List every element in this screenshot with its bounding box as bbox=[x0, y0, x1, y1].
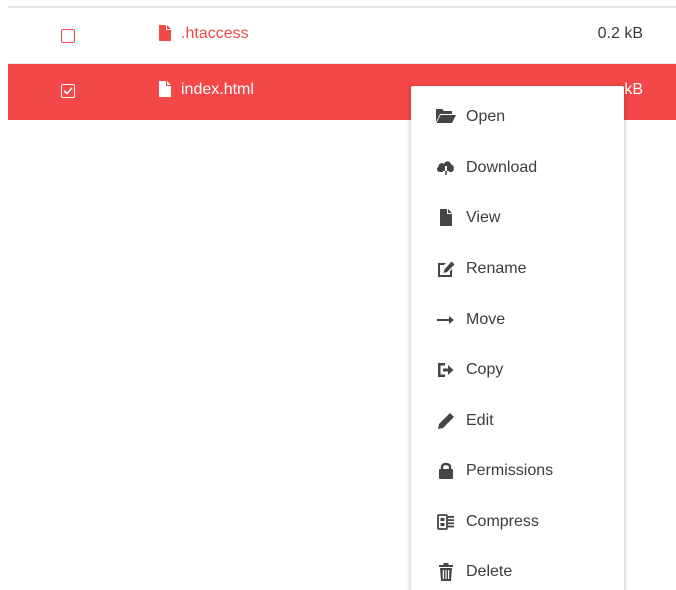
menu-item-view[interactable]: View bbox=[411, 193, 624, 243]
menu-item-label: Permissions bbox=[466, 462, 554, 479]
menu-item-label: Copy bbox=[466, 361, 504, 378]
menu-item-label: View bbox=[466, 209, 501, 226]
lock-icon bbox=[435, 461, 457, 481]
menu-item-edit[interactable]: Edit bbox=[411, 396, 624, 446]
file-size: kB bbox=[624, 81, 643, 98]
row-checkbox-checked[interactable] bbox=[61, 84, 75, 98]
menu-item-label: Download bbox=[466, 159, 538, 176]
trash-icon bbox=[435, 562, 457, 582]
menu-item-move[interactable]: Move bbox=[411, 295, 624, 345]
context-menu: Open Download View Rename Move Copy Edit… bbox=[411, 86, 624, 590]
menu-item-compress[interactable]: Compress bbox=[411, 497, 624, 547]
file-manager: .htaccess 0.2 kB index.html kB Open Down… bbox=[0, 0, 676, 590]
file-name[interactable]: .htaccess bbox=[181, 25, 249, 43]
menu-item-label: Edit bbox=[466, 412, 494, 429]
compress-archive-icon bbox=[435, 512, 457, 532]
folder-open-icon bbox=[435, 107, 457, 127]
menu-item-label: Rename bbox=[466, 260, 527, 277]
file-name[interactable]: index.html bbox=[181, 81, 254, 99]
table-row[interactable]: .htaccess 0.2 kB bbox=[8, 8, 676, 64]
file-icon bbox=[159, 25, 171, 41]
cloud-download-icon bbox=[435, 158, 457, 178]
menu-item-download[interactable]: Download bbox=[411, 143, 624, 193]
menu-item-label: Delete bbox=[466, 563, 513, 580]
menu-item-label: Open bbox=[466, 108, 506, 125]
menu-item-delete[interactable]: Delete bbox=[411, 547, 624, 590]
file-size: 0.2 kB bbox=[597, 25, 643, 42]
pencil-icon bbox=[435, 411, 457, 431]
menu-item-copy[interactable]: Copy bbox=[411, 345, 624, 395]
menu-item-permissions[interactable]: Permissions bbox=[411, 446, 624, 496]
menu-item-label: Compress bbox=[466, 513, 539, 530]
row-checkbox[interactable] bbox=[61, 29, 75, 43]
arrow-right-icon bbox=[435, 310, 457, 330]
edit-square-icon bbox=[435, 259, 457, 279]
menu-item-open[interactable]: Open bbox=[411, 92, 624, 142]
menu-item-label: Move bbox=[466, 311, 506, 328]
sign-out-icon bbox=[435, 360, 457, 380]
file-icon bbox=[159, 81, 171, 97]
file-icon bbox=[435, 208, 457, 228]
menu-item-rename[interactable]: Rename bbox=[411, 244, 624, 294]
